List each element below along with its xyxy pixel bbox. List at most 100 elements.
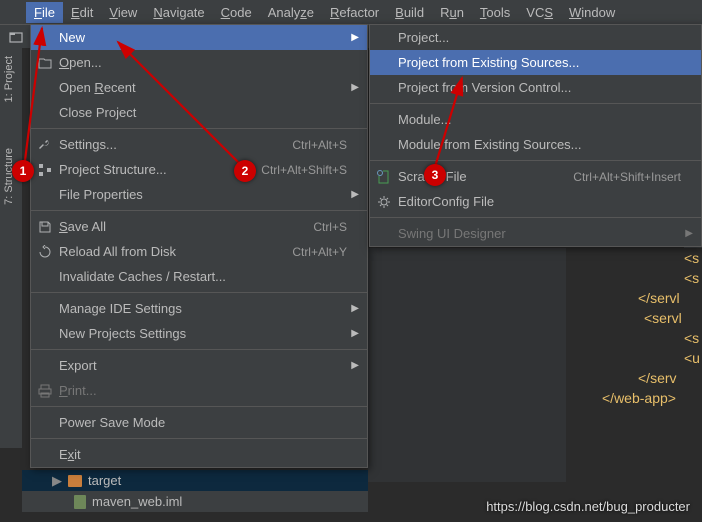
menu-item-reload[interactable]: Reload All from Disk Ctrl+Alt+Y: [31, 239, 367, 264]
menu-item-new-projects-settings[interactable]: New Projects Settings ▶: [31, 321, 367, 346]
code-text: <s: [566, 330, 699, 346]
menu-edit[interactable]: Edit: [63, 2, 101, 23]
code-text: <servl: [566, 310, 682, 326]
menu-item-file-properties[interactable]: File Properties ▶: [31, 182, 367, 207]
menu-item-invalidate[interactable]: Invalidate Caches / Restart...: [31, 264, 367, 289]
menu-label-saveall: Save All: [59, 219, 313, 234]
submenu-item-existing-sources[interactable]: Project from Existing Sources...: [370, 50, 701, 75]
file-icon: [74, 495, 86, 509]
code-text: </web-app>: [566, 390, 676, 406]
reload-icon: [37, 244, 53, 260]
submenu-item-project[interactable]: Project...: [370, 25, 701, 50]
menu-file[interactable]: File: [26, 2, 63, 23]
menu-item-exit[interactable]: Exit: [31, 442, 367, 467]
submenu-item-version-control[interactable]: Project from Version Control...: [370, 75, 701, 100]
menu-label-structure: Project Structure...: [59, 162, 261, 177]
shortcut-text: Ctrl+Alt+Shift+Insert: [573, 170, 681, 184]
side-tab-project[interactable]: 1: Project: [0, 48, 18, 110]
annotation-badge-2: 2: [234, 160, 256, 182]
menu-separator: [31, 349, 367, 350]
menu-label-close: Close Project: [59, 105, 347, 120]
submenu-item-scratch[interactable]: Scratch File Ctrl+Alt+Shift+Insert: [370, 164, 701, 189]
menu-vcs[interactable]: VCS: [518, 2, 561, 23]
submenu-arrow-icon: ▶: [351, 303, 359, 314]
shortcut-text: Ctrl+Alt+Shift+S: [261, 163, 347, 177]
submenu-item-module-existing[interactable]: Module from Existing Sources...: [370, 132, 701, 157]
menu-item-save-all[interactable]: Save All Ctrl+S: [31, 214, 367, 239]
gear-icon: [376, 194, 392, 210]
menu-label-settings: Settings...: [59, 137, 292, 152]
menu-label-reload: Reload All from Disk: [59, 244, 292, 259]
menu-item-export[interactable]: Export ▶: [31, 353, 367, 378]
menu-item-open-recent[interactable]: Open Recent ▶: [31, 75, 367, 100]
menu-label-newproj: New Projects Settings: [59, 326, 347, 341]
annotation-badge-1: 1: [12, 160, 34, 182]
wrench-icon: [37, 137, 53, 153]
menu-separator: [31, 406, 367, 407]
menu-item-print: Print...: [31, 378, 367, 403]
menu-separator: [370, 217, 701, 218]
project-tree: ▶ target maven_web.iml: [22, 470, 368, 512]
submenu-arrow-icon: ▶: [351, 32, 359, 43]
menu-item-open[interactable]: Open...: [31, 50, 367, 75]
submenu-item-module[interactable]: Module...: [370, 107, 701, 132]
submenu-arrow-icon: ▶: [351, 82, 359, 93]
tree-item-target[interactable]: ▶ target: [22, 470, 368, 491]
menu-item-new[interactable]: New ▶: [31, 25, 367, 50]
menu-item-settings[interactable]: Settings... Ctrl+Alt+S: [31, 132, 367, 157]
menu-label-fileprops: File Properties: [59, 187, 347, 202]
menu-label-open: Open...: [59, 55, 347, 70]
code-text: <u: [566, 350, 700, 366]
submenu-label-module: Module...: [398, 112, 681, 127]
menu-label-recent: Open Recent: [59, 80, 347, 95]
menu-refactor[interactable]: Refactor: [322, 2, 387, 23]
expand-arrow-icon: ▶: [52, 473, 62, 489]
tree-item-iml[interactable]: maven_web.iml: [22, 491, 368, 512]
menu-separator: [31, 210, 367, 211]
menu-label-print: Print...: [59, 383, 347, 398]
folder-icon: [68, 475, 82, 487]
menu-label-export: Export: [59, 358, 347, 373]
menu-view[interactable]: View: [101, 2, 145, 23]
menu-window[interactable]: Window: [561, 2, 623, 23]
submenu-item-swing: Swing UI Designer ▶: [370, 221, 701, 246]
menu-navigate[interactable]: Navigate: [145, 2, 212, 23]
scratch-file-icon: [376, 169, 392, 185]
menu-run[interactable]: Run: [432, 2, 472, 23]
code-editor[interactable]: 8<s 9<s 10</servl 11<servl 12<s 13<u 14<…: [368, 248, 702, 482]
menu-code[interactable]: Code: [213, 2, 260, 23]
menu-build[interactable]: Build: [387, 2, 432, 23]
submenu-arrow-icon: ▶: [685, 228, 693, 239]
print-icon: [37, 383, 53, 399]
shortcut-text: Ctrl+Alt+Y: [292, 245, 347, 259]
left-gutter: 1: Project 7: Structure: [0, 48, 22, 448]
submenu-label-swing: Swing UI Designer: [398, 226, 681, 241]
code-text: </servl: [566, 290, 680, 306]
submenu-item-editorconfig[interactable]: EditorConfig File: [370, 189, 701, 214]
open-folder-icon: [37, 55, 53, 71]
menu-item-manage-ide[interactable]: Manage IDE Settings ▶: [31, 296, 367, 321]
open-project-icon[interactable]: [6, 27, 26, 47]
menu-analyze[interactable]: Analyze: [260, 2, 322, 23]
editor-gutter: [368, 248, 566, 482]
menu-label-new: New: [59, 30, 347, 45]
submenu-arrow-icon: ▶: [351, 189, 359, 200]
submenu-label-vc: Project from Version Control...: [398, 80, 681, 95]
watermark-text: https://blog.csdn.net/bug_producter: [486, 499, 690, 514]
menu-separator: [370, 160, 701, 161]
menu-tools[interactable]: Tools: [472, 2, 518, 23]
code-text: </serv: [566, 370, 677, 386]
structure-icon: [37, 162, 53, 178]
menu-item-close-project[interactable]: Close Project: [31, 100, 367, 125]
tree-label-iml: maven_web.iml: [92, 494, 182, 509]
menu-item-power-save[interactable]: Power Save Mode: [31, 410, 367, 435]
shortcut-text: Ctrl+Alt+S: [292, 138, 347, 152]
menu-item-project-structure[interactable]: Project Structure... Ctrl+Alt+Shift+S: [31, 157, 367, 182]
menu-label-exit: Exit: [59, 447, 347, 462]
menu-separator: [31, 438, 367, 439]
submenu-arrow-icon: ▶: [351, 328, 359, 339]
menu-separator: [370, 103, 701, 104]
menu-label-invalidate: Invalidate Caches / Restart...: [59, 269, 347, 284]
tree-label-target: target: [88, 473, 121, 488]
submenu-label-existing: Project from Existing Sources...: [398, 55, 681, 70]
